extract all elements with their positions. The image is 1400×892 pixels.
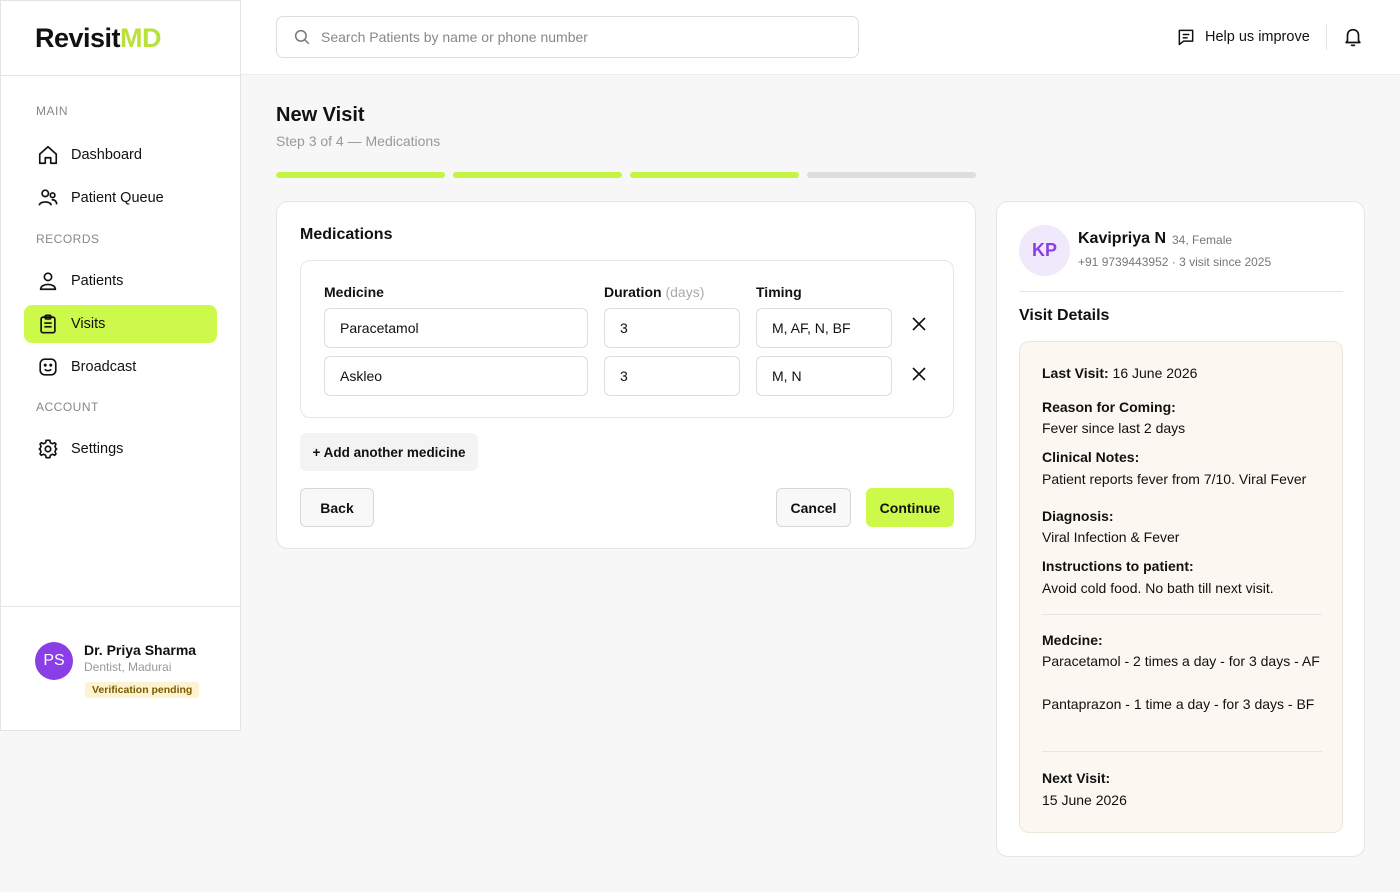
timing-input[interactable]: M, N bbox=[756, 356, 892, 396]
avatar: PS bbox=[35, 642, 73, 680]
progress-segment bbox=[807, 172, 976, 178]
medicine-label: Medcine: bbox=[1042, 632, 1103, 648]
brand-logo[interactable]: RevisitMD bbox=[35, 22, 162, 54]
last-visit-value: 16 June 2026 bbox=[1112, 365, 1198, 381]
reason-value: Fever since last 2 days bbox=[1042, 420, 1186, 436]
column-header-timing: Timing bbox=[756, 284, 802, 300]
remove-row-button[interactable] bbox=[908, 313, 930, 335]
instructions-value: Avoid cold food. No bath till next visit… bbox=[1042, 580, 1274, 596]
sidebar-item-label: Patients bbox=[71, 273, 124, 289]
sidebar-item-broadcast[interactable]: Broadcast bbox=[24, 348, 217, 386]
search-input[interactable] bbox=[321, 29, 841, 45]
sidebar-nav: MAIN Dashboard Patient Queue RECORDS Pat… bbox=[1, 76, 240, 468]
progress-segment bbox=[276, 172, 445, 178]
brand-name-accent: MD bbox=[120, 22, 162, 53]
user-name: Dr. Priya Sharma bbox=[84, 642, 197, 658]
duration-label: Duration bbox=[604, 284, 662, 300]
back-button[interactable]: Back bbox=[300, 488, 374, 527]
medicine-input[interactable]: Paracetamol bbox=[324, 308, 588, 348]
users-icon bbox=[36, 186, 60, 210]
progress-segment bbox=[453, 172, 622, 178]
notes-value: Patient reports fever from 7/10. Viral F… bbox=[1042, 471, 1307, 487]
status-badge: Verification pending bbox=[85, 682, 200, 698]
patient-card: KP Kavipriya N 34, Female +91 9739443952… bbox=[996, 201, 1365, 857]
help-button[interactable]: Help us improve bbox=[1176, 27, 1310, 47]
medicine-item: Pantaprazon - 1 time a day - for 3 days … bbox=[1042, 696, 1315, 712]
step-progress bbox=[276, 172, 976, 178]
duration-input[interactable]: 3 bbox=[604, 356, 740, 396]
visit-details-box: Last Visit: 16 June 2026 Reason for Comi… bbox=[1019, 341, 1343, 833]
instructions-label: Instructions to patient: bbox=[1042, 558, 1194, 574]
divider bbox=[1019, 291, 1343, 292]
last-visit: Last Visit: 16 June 2026 bbox=[1042, 363, 1327, 385]
topbar-divider bbox=[1326, 24, 1327, 50]
column-header-duration: Duration (days) bbox=[604, 284, 704, 300]
sidebar-item-visits[interactable]: Visits bbox=[24, 305, 217, 343]
gear-icon bbox=[36, 437, 60, 461]
sidebar: RevisitMD MAIN Dashboard Patient Queue R… bbox=[0, 0, 241, 731]
sidebar-item-label: Visits bbox=[71, 316, 106, 332]
timing-input[interactable]: M, AF, N, BF bbox=[756, 308, 892, 348]
next-visit-value: 15 June 2026 bbox=[1042, 792, 1127, 808]
page-subtitle: Step 3 of 4 — Medications bbox=[276, 133, 441, 149]
sidebar-item-label: Patient Queue bbox=[71, 190, 164, 206]
search-icon bbox=[293, 28, 311, 46]
brand-name-dark: Revisit bbox=[35, 22, 121, 53]
nav-section-records: RECORDS bbox=[36, 232, 100, 246]
cancel-button[interactable]: Cancel bbox=[776, 488, 851, 527]
chat-icon bbox=[1176, 27, 1196, 47]
diagnosis-value: Viral Infection & Fever bbox=[1042, 529, 1180, 545]
duration-input[interactable]: 3 bbox=[604, 308, 740, 348]
avatar: KP bbox=[1019, 225, 1070, 276]
remove-row-button[interactable] bbox=[908, 363, 930, 385]
home-icon bbox=[36, 143, 60, 167]
last-visit-label: Last Visit: bbox=[1042, 365, 1109, 381]
medicine-input[interactable]: Askleo bbox=[324, 356, 588, 396]
sidebar-item-patient-queue[interactable]: Patient Queue bbox=[24, 179, 217, 217]
close-icon bbox=[912, 367, 926, 381]
sidebar-item-label: Dashboard bbox=[71, 147, 142, 163]
column-header-medicine: Medicine bbox=[324, 284, 384, 300]
smile-icon bbox=[36, 355, 60, 379]
patient-contact: +91 9739443952 · 3 visit since 2025 bbox=[1078, 255, 1272, 269]
help-label: Help us improve bbox=[1205, 29, 1310, 45]
clipboard-icon bbox=[36, 312, 60, 336]
sidebar-item-label: Broadcast bbox=[71, 359, 137, 375]
visit-details-title: Visit Details bbox=[1019, 307, 1110, 324]
reason-label: Reason for Coming: bbox=[1042, 399, 1176, 415]
next-visit-label: Next Visit: bbox=[1042, 770, 1111, 786]
user-icon bbox=[36, 269, 60, 293]
bell-icon[interactable] bbox=[1342, 26, 1364, 48]
patient-name: Kavipriya N bbox=[1078, 230, 1167, 247]
divider bbox=[1042, 751, 1322, 752]
add-medicine-button[interactable]: + Add another medicine bbox=[300, 433, 478, 471]
divider bbox=[1042, 614, 1322, 615]
medications-table: Medicine Duration (days) Timing Paraceta… bbox=[300, 260, 954, 418]
notes-label: Clinical Notes: bbox=[1042, 449, 1140, 465]
topbar: Help us improve bbox=[241, 0, 1400, 75]
sidebar-item-dashboard[interactable]: Dashboard bbox=[24, 136, 217, 174]
patient-meta: 34, Female bbox=[1172, 233, 1233, 247]
sidebar-item-settings[interactable]: Settings bbox=[24, 430, 217, 468]
page-title: New Visit bbox=[276, 104, 365, 126]
logo-area: RevisitMD bbox=[1, 1, 240, 76]
medicine-item: Paracetamol - 2 times a day - for 3 days… bbox=[1042, 653, 1320, 669]
sidebar-item-patients[interactable]: Patients bbox=[24, 262, 217, 300]
medications-title: Medications bbox=[300, 226, 393, 243]
search-box[interactable] bbox=[276, 16, 859, 58]
nav-section-main: MAIN bbox=[36, 104, 68, 118]
sidebar-item-label: Settings bbox=[71, 441, 124, 457]
close-icon bbox=[912, 317, 926, 331]
user-profile[interactable]: PS Dr. Priya Sharma Dentist, Madurai Ver… bbox=[1, 606, 240, 731]
user-role: Dentist, Madurai bbox=[84, 660, 172, 674]
diagnosis-label: Diagnosis: bbox=[1042, 508, 1114, 524]
duration-unit: (days) bbox=[665, 284, 705, 300]
continue-button[interactable]: Continue bbox=[866, 488, 954, 527]
nav-section-account: ACCOUNT bbox=[36, 400, 99, 414]
progress-segment bbox=[630, 172, 799, 178]
medications-card: Medications Medicine Duration (days) Tim… bbox=[276, 201, 976, 549]
